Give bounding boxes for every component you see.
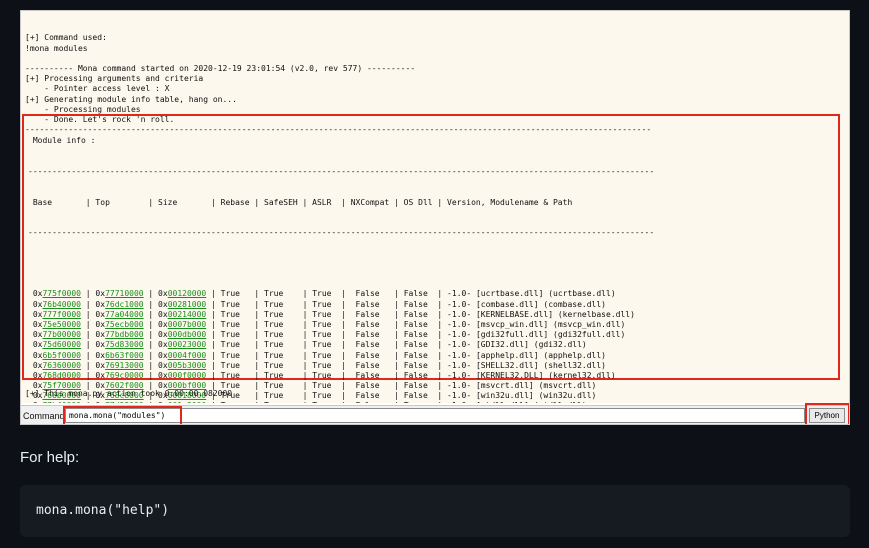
module-top-link[interactable]: 76dc1000 [105,300,144,309]
module-flags: | True | True | True | False | False | -… [206,370,616,380]
command-bar: Command: mona.mona("modules") Python [21,403,849,424]
module-top-link[interactable]: 77bdb000 [105,330,144,339]
module-flags: | True | True | True | False | False | -… [206,350,606,360]
module-info-title: Module info : [28,136,96,146]
hex-prefix: 0x [28,289,43,299]
hex-prefix: | 0x [80,319,106,329]
hex-prefix: | 0x [143,299,168,309]
module-flags: | True | True | True | False | False | -… [206,330,626,340]
help-code: mona.mona("help") [36,503,170,518]
hex-prefix: | 0x [143,340,168,350]
hex-prefix: | 0x [143,360,168,370]
module-top-link[interactable]: 6b63f000 [105,351,144,360]
hex-prefix: | 0x [143,330,168,340]
hex-prefix: 0x [28,330,43,340]
log-line: ---------- Mona command started on 2020-… [25,63,416,73]
help-label: For help: [20,449,80,466]
log-line: !mona modules [25,43,88,53]
module-size-link[interactable]: 005b3000 [168,361,207,370]
module-top-link[interactable]: 77a04000 [105,310,144,319]
code-block: mona.mona("help") [20,485,850,537]
hex-prefix: | 0x [80,360,106,370]
module-flags: | True | True | True | False | False | -… [206,391,597,401]
module-info-highlight: Module info : --------------------------… [22,114,840,403]
module-top-link[interactable]: 77710000 [105,289,144,298]
command-label: Command: [23,411,68,421]
module-table-separator-2: ----------------------------------------… [28,228,655,238]
log-line: [+] This mona.py action took 0:00:00.082… [25,389,233,399]
hex-prefix: 0x [28,350,43,360]
hex-prefix: 0x [28,401,43,403]
module-size-link[interactable]: 0007b000 [168,320,207,329]
module-base-link[interactable]: 775f0000 [42,289,81,298]
module-flags: | True | True | True | False | False | -… [206,289,616,299]
hex-prefix: | 0x [80,289,106,299]
module-base-link[interactable]: 77b00000 [42,330,81,339]
module-flags: | True | True | True | False | False | -… [206,340,587,350]
module-base-link[interactable]: 76360000 [42,361,81,370]
module-flags: | True | True | True | False | False | -… [206,381,597,391]
hex-prefix: | 0x [80,299,106,309]
module-row: 0x775f0000 | 0x77710000 | 0x00120000 | T… [24,289,838,299]
module-flags: | True | True | True | False | False | -… [206,309,635,319]
hex-prefix: | 0x [144,401,167,403]
module-size-link[interactable]: 00023000 [168,340,207,349]
module-flags: | True | True | True | False | False | -… [206,299,606,309]
module-top-link[interactable]: 75ecb000 [105,320,144,329]
log-line: [+] Processing arguments and criteria [25,74,204,84]
module-size-link[interactable]: 00281000 [168,300,207,309]
module-row: 0x76b40000 | 0x76dc1000 | 0x00281000 | T… [24,300,838,310]
module-size-link[interactable]: 00120000 [168,289,207,298]
module-base-link[interactable]: 6b5f0000 [42,351,81,360]
hex-prefix: | 0x [80,330,106,340]
log-line: [+] Generating module info table, hang o… [25,94,237,104]
command-input[interactable]: mona.mona("modules") [65,408,805,423]
hex-prefix: | 0x [80,350,106,360]
module-size-link[interactable]: 00214000 [168,310,207,319]
module-row: 0x76360000 | 0x76913000 | 0x005b3000 | T… [24,361,838,371]
module-size-link[interactable]: 0004f000 [168,351,207,360]
module-base-link[interactable]: 777f0000 [42,310,81,319]
module-base-link[interactable]: 77bf0000 [42,401,81,403]
hex-prefix: | 0x [81,401,105,403]
immunity-debugger-log-window: [+] Command used: !mona modules ----------… [20,10,850,425]
hex-prefix: | 0x [143,319,168,329]
module-top-link[interactable]: 76913000 [105,361,144,370]
module-row: 0x777f0000 | 0x77a04000 | 0x00214000 | T… [24,310,838,320]
hex-prefix: | 0x [143,350,168,360]
python-button[interactable]: Python [809,408,845,423]
log-output: [+] Command used: !mona modules ----------… [21,11,849,403]
module-row: 0x75d60000 | 0x75d83000 | 0x00023000 | T… [24,340,838,350]
hex-prefix: 0x [28,319,43,329]
hex-prefix: 0x [28,340,43,350]
hex-prefix: | 0x [80,340,106,350]
module-row: 0x77b00000 | 0x77bdb000 | 0x000db000 | T… [24,330,838,340]
hex-prefix: | 0x [80,309,106,319]
hex-prefix: | 0x [143,309,168,319]
hex-prefix: 0x [28,299,43,309]
module-flags: | True | True | True | False | False | -… [206,360,606,370]
module-base-link[interactable]: 75d60000 [42,340,81,349]
module-table-separator: ----------------------------------------… [28,167,655,176]
log-line: [+] Command used: [25,33,107,43]
module-row: 0x77bf0000 | 0x77d93000 | 0x001a3000 | T… [24,401,838,403]
module-flags: | True | True | True | False | False | -… [206,319,626,329]
module-table-header: Base | Top | Size | Rebase | SafeSEH | A… [28,197,573,207]
module-base-link[interactable]: 75e50000 [42,320,81,329]
log-line: - Pointer access level : X [25,84,170,94]
module-row: 0x75e50000 | 0x75ecb000 | 0x0007b000 | T… [24,320,838,330]
hex-prefix: 0x [28,360,43,370]
hex-prefix: | 0x [143,289,168,299]
module-row: 0x6b5f0000 | 0x6b63f000 | 0x0004f000 | T… [24,351,838,361]
module-flags: | True | True | True | False | True | -1… [206,401,587,403]
log-post-lines: [+] This mona.py action took 0:00:00.082… [25,379,232,399]
module-size-link[interactable]: 000db000 [168,330,207,339]
module-base-link[interactable]: 76b40000 [42,300,81,309]
hex-prefix: 0x [28,309,43,319]
module-size-link[interactable]: 001a3000 [168,401,207,403]
module-top-link[interactable]: 77d93000 [105,401,144,403]
module-top-link[interactable]: 75d83000 [105,340,144,349]
